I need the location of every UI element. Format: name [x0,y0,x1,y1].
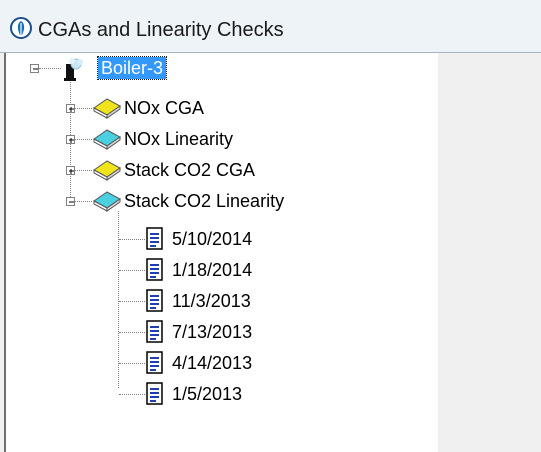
plus-icon [69,169,74,174]
plus-icon [69,107,74,112]
tree-connector [119,363,145,364]
collapse-toggle[interactable] [30,64,39,73]
tree-item-date[interactable]: 1/5/2013 [172,383,242,405]
boiler-icon [64,58,83,81]
tree-item-date[interactable]: 4/14/2013 [172,352,252,374]
tree-item-stack-co2-linearity[interactable]: Stack CO2 Linearity [124,190,284,212]
document-icon [146,289,163,312]
detail-panel [438,53,541,452]
plus-icon [69,138,74,143]
tree-root-boiler[interactable]: Boiler-3 [96,56,168,80]
document-icon [146,227,163,250]
document-icon [146,351,163,374]
book-yellow-icon [93,160,121,181]
tree-item-nox-linearity[interactable]: NOx Linearity [124,128,233,150]
book-cyan-icon [93,191,121,212]
document-icon [146,320,163,343]
collapse-toggle[interactable] [66,197,75,206]
tree-connector [119,301,145,302]
tree-item-date[interactable]: 7/13/2013 [172,321,252,343]
title-bar[interactable]: CGAs and Linearity Checks [0,0,541,53]
book-cyan-icon [93,129,121,150]
tree-connector [119,239,145,240]
tree-connector [119,394,145,395]
tree-item-date[interactable]: 1/18/2014 [172,259,252,281]
document-icon [146,258,163,281]
tree-view[interactable]: Boiler-3 NOx CGA NOx Linearity Stack CO2… [4,53,439,452]
tree-connector [118,211,119,388]
tree-item-stack-co2-cga[interactable]: Stack CO2 CGA [124,159,255,181]
book-yellow-icon [93,98,121,119]
tree-connector [119,270,145,271]
tree-connector [119,332,145,333]
cga-linearity-window: CGAs and Linearity Checks Boiler-3 NOx C… [0,0,541,452]
minus-icon [33,68,38,70]
tree-item-date[interactable]: 5/10/2014 [172,228,252,250]
minus-icon [69,201,74,203]
expand-toggle[interactable] [66,104,75,113]
tree-item-date[interactable]: 11/3/2013 [172,290,251,312]
info-circle-icon [10,17,32,39]
tree-connector [39,68,61,69]
expand-toggle[interactable] [66,135,75,144]
window-title: CGAs and Linearity Checks [38,19,284,41]
tree-item-nox-cga[interactable]: NOx CGA [124,97,204,119]
document-icon [146,382,163,405]
expand-toggle[interactable] [66,166,75,175]
